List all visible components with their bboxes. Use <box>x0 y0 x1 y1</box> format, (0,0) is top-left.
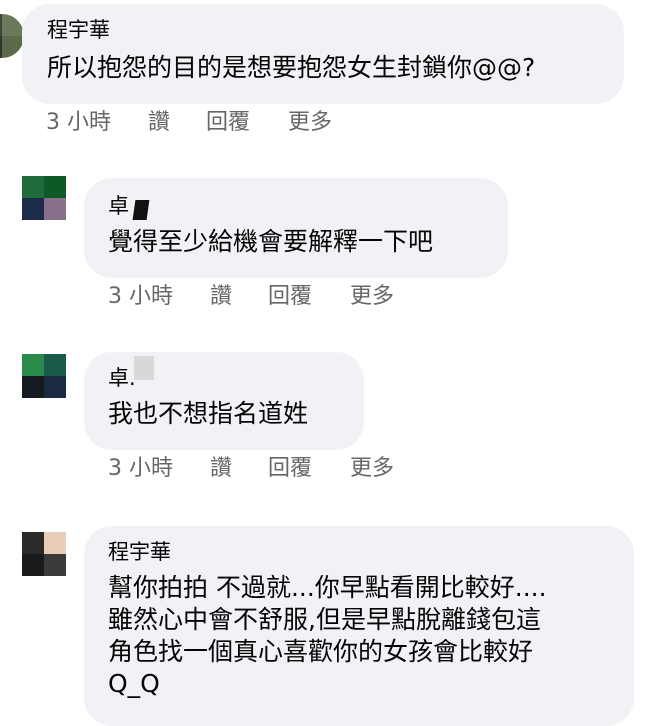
comment-author[interactable]: 卓 <box>108 194 129 218</box>
comment-text: 所以抱怨的目的是想要抱怨女生封鎖你@@? <box>47 53 536 82</box>
avatar-tile <box>44 532 66 554</box>
avatar-tile <box>2 14 24 36</box>
avatar-tile <box>22 532 44 554</box>
comment-timestamp: 3 小時 <box>108 284 173 309</box>
like-button[interactable]: 讚 <box>148 110 170 136</box>
avatar[interactable] <box>22 532 66 576</box>
comment-actions: 3 小時 讚 回覆 更多 <box>108 456 508 484</box>
avatar-tile <box>44 554 66 576</box>
avatar-tile <box>44 198 66 220</box>
comment-timestamp: 3 小時 <box>46 110 111 135</box>
comment-author[interactable]: 程宇華 <box>108 540 171 564</box>
avatar-tile <box>44 376 66 398</box>
more-button[interactable]: 更多 <box>350 456 394 482</box>
comment: 卓. 我也不想指名道姓 3 小時 讚 回覆 更多 <box>0 342 660 492</box>
like-button[interactable]: 讚 <box>210 284 232 310</box>
avatar-tile <box>22 376 44 398</box>
avatar-tile <box>22 554 44 576</box>
reply-button[interactable]: 回覆 <box>268 284 312 310</box>
avatar[interactable] <box>22 176 66 220</box>
redaction-mark <box>134 356 154 380</box>
comment: 卓 覺得至少給機會要解釋一下吧 3 小時 讚 回覆 更多 <box>0 170 660 320</box>
comment-timestamp: 3 小時 <box>108 456 173 481</box>
reply-button[interactable]: 回覆 <box>206 110 250 136</box>
avatar-tile <box>22 354 44 376</box>
comment-text: 幫你拍拍 不過就...你早點看開比較好.... 雖然心中會不舒服,但是早點脫離錢… <box>108 573 547 698</box>
comment-author[interactable]: 卓. <box>108 366 136 390</box>
comment-actions: 3 小時 讚 回覆 更多 <box>108 284 508 312</box>
reply-button[interactable]: 回覆 <box>268 456 312 482</box>
comment-text: 覺得至少給機會要解釋一下吧 <box>108 227 434 256</box>
avatar-tile <box>2 36 24 58</box>
comment-actions: 3 小時 讚 回覆 更多 <box>46 110 446 138</box>
avatar[interactable] <box>22 354 66 398</box>
avatar-tile <box>44 354 66 376</box>
comment: 程宇華 幫你拍拍 不過就...你早點看開比較好.... 雖然心中會不舒服,但是早… <box>0 518 660 726</box>
comment-text: 我也不想指名道姓 <box>108 399 309 428</box>
like-button[interactable]: 讚 <box>210 456 232 482</box>
avatar-tile <box>22 176 44 198</box>
avatar-tile <box>22 198 44 220</box>
comment: 程宇華 所以抱怨的目的是想要抱怨女生封鎖你@@? 3 小時 讚 回覆 更多 <box>0 0 660 150</box>
more-button[interactable]: 更多 <box>288 110 332 136</box>
avatar[interactable] <box>0 14 24 58</box>
avatar-tile <box>44 176 66 198</box>
comment-author[interactable]: 程宇華 <box>47 18 110 42</box>
more-button[interactable]: 更多 <box>350 284 394 310</box>
redaction-mark <box>132 200 150 220</box>
